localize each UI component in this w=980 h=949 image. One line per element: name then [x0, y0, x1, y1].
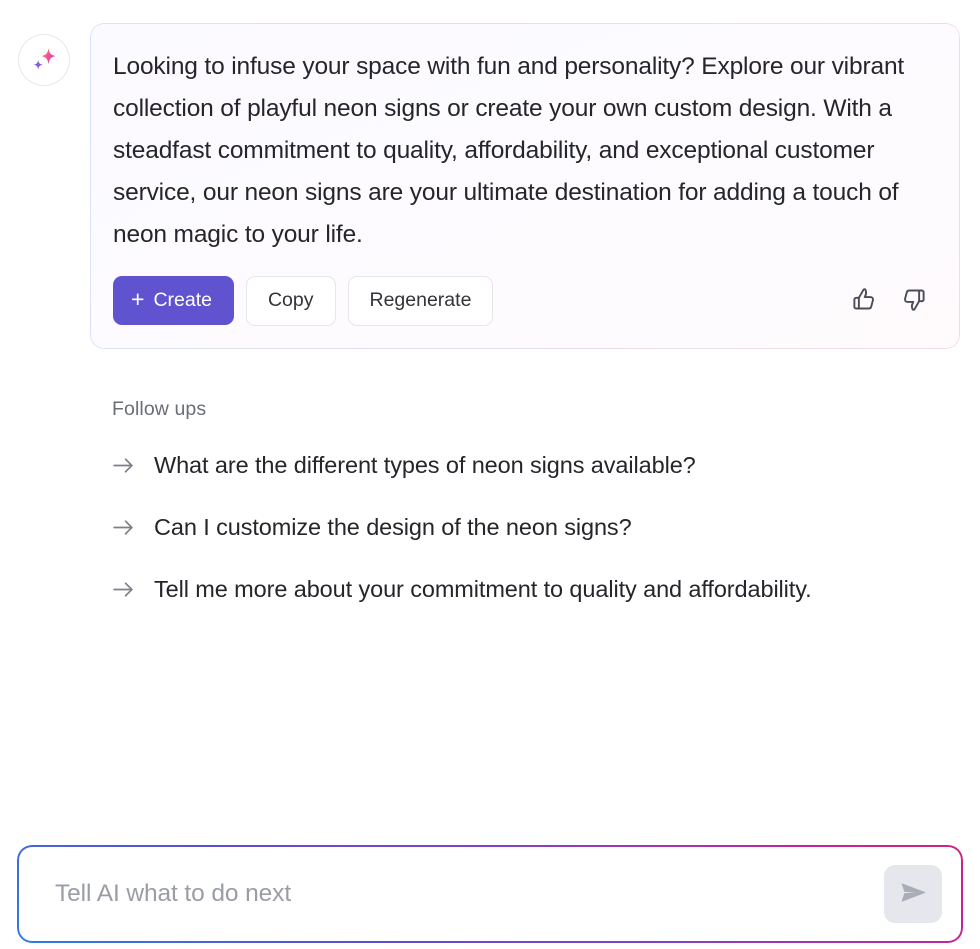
thumbs-down-button[interactable]: [900, 286, 927, 316]
create-button[interactable]: + Create: [113, 276, 234, 326]
followups-title: Follow ups: [112, 397, 207, 420]
arrow-right-icon: [110, 515, 136, 540]
followup-item-2[interactable]: Can I customize the design of the neon s…: [110, 511, 960, 544]
message-actions: + Create Copy Regenerate: [113, 276, 933, 326]
feedback-controls: [851, 286, 933, 316]
thumbs-up-icon: [851, 286, 878, 316]
followups-section: Follow ups What are the different types …: [0, 349, 980, 606]
assistant-bubble-wrapper: Looking to infuse your space with fun an…: [90, 23, 960, 349]
followup-label: What are the different types of neon sig…: [154, 451, 696, 478]
avatar: [18, 34, 70, 86]
thumbs-up-button[interactable]: [851, 286, 878, 316]
send-button[interactable]: [884, 865, 942, 923]
sparkles-icon: [29, 45, 59, 75]
assistant-message-row: Looking to infuse your space with fun an…: [0, 0, 980, 349]
composer-input[interactable]: [55, 880, 884, 908]
thumbs-down-icon: [900, 286, 927, 316]
composer[interactable]: [19, 847, 961, 941]
followup-label: Tell me more about your commitment to qu…: [154, 575, 812, 602]
plus-icon: +: [131, 286, 145, 313]
followup-label: Can I customize the design of the neon s…: [154, 513, 632, 540]
send-icon: [899, 878, 928, 910]
copy-button[interactable]: Copy: [245, 276, 336, 326]
composer-wrapper: [19, 847, 961, 941]
arrow-right-icon: [110, 453, 136, 478]
followup-item-1[interactable]: What are the different types of neon sig…: [110, 449, 960, 482]
assistant-message-text: Looking to infuse your space with fun an…: [113, 53, 905, 248]
arrow-right-icon: [110, 577, 136, 602]
create-button-label: Create: [153, 289, 212, 311]
assistant-bubble: Looking to infuse your space with fun an…: [90, 23, 960, 349]
regenerate-button[interactable]: Regenerate: [347, 276, 494, 326]
followup-item-3[interactable]: Tell me more about your commitment to qu…: [110, 573, 960, 606]
